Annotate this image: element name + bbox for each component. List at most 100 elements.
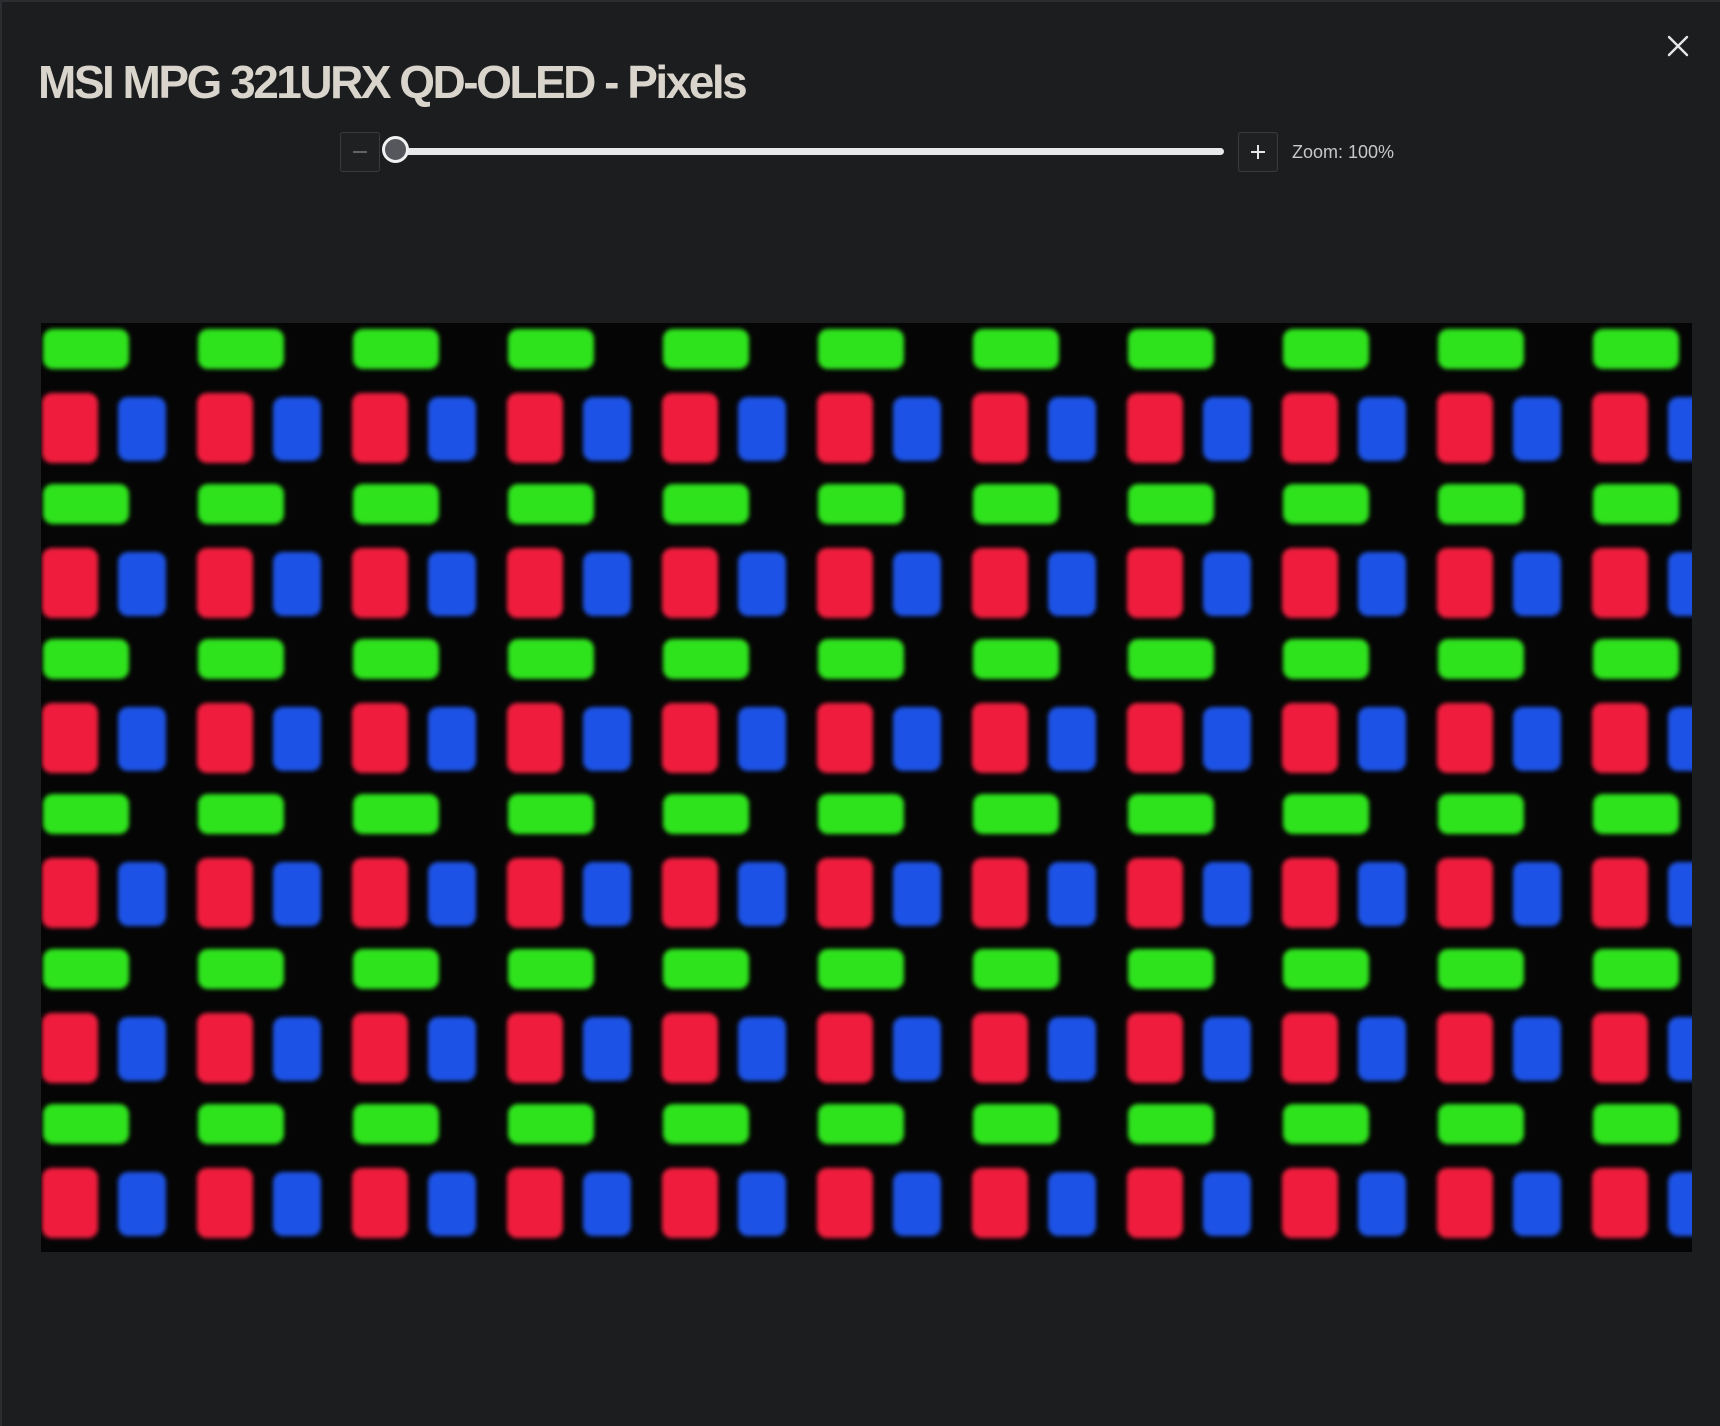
red-subpixel <box>1127 1168 1183 1238</box>
blue-subpixel <box>273 707 321 771</box>
red-subpixel <box>1437 1013 1493 1083</box>
red-subpixel <box>507 1013 563 1083</box>
blue-subpixel <box>1513 1172 1561 1236</box>
green-subpixel <box>43 484 129 524</box>
green-subpixel <box>508 329 594 369</box>
blue-subpixel <box>118 1172 166 1236</box>
red-subpixel <box>507 393 563 463</box>
red-subpixel <box>1592 1013 1648 1083</box>
green-subpixel <box>353 794 439 834</box>
green-subpixel <box>1283 484 1369 524</box>
blue-subpixel <box>428 1017 476 1081</box>
blue-subpixel <box>1668 707 1692 771</box>
red-subpixel <box>662 1168 718 1238</box>
zoom-in-button[interactable] <box>1238 132 1278 172</box>
red-subpixel <box>507 548 563 618</box>
red-subpixel <box>1127 703 1183 773</box>
blue-subpixel <box>1048 1017 1096 1081</box>
zoom-out-button[interactable] <box>340 132 380 172</box>
red-subpixel <box>1592 858 1648 928</box>
blue-subpixel <box>1203 552 1251 616</box>
green-subpixel <box>1593 794 1679 834</box>
green-subpixel <box>1283 949 1369 989</box>
green-subpixel <box>663 1104 749 1144</box>
blue-subpixel <box>583 397 631 461</box>
red-subpixel <box>817 1013 873 1083</box>
blue-subpixel <box>738 862 786 926</box>
blue-subpixel <box>1203 707 1251 771</box>
green-subpixel <box>818 639 904 679</box>
close-button[interactable] <box>1656 24 1700 68</box>
blue-subpixel <box>273 1017 321 1081</box>
plus-icon <box>1251 145 1265 159</box>
blue-subpixel <box>1048 552 1096 616</box>
green-subpixel <box>973 1104 1059 1144</box>
blue-subpixel <box>1513 707 1561 771</box>
green-subpixel <box>1128 639 1214 679</box>
red-subpixel <box>352 393 408 463</box>
red-subpixel <box>817 548 873 618</box>
blue-subpixel <box>1203 862 1251 926</box>
red-subpixel <box>662 703 718 773</box>
pixels-dialog: MSI MPG 321URX QD-OLED - Pixels Zoom: 10… <box>0 0 1720 1426</box>
blue-subpixel <box>583 1017 631 1081</box>
red-subpixel <box>1437 548 1493 618</box>
red-subpixel <box>197 703 253 773</box>
red-subpixel <box>197 393 253 463</box>
blue-subpixel <box>1358 862 1406 926</box>
blue-subpixel <box>1513 397 1561 461</box>
red-subpixel <box>972 858 1028 928</box>
red-subpixel <box>197 548 253 618</box>
blue-subpixel <box>428 707 476 771</box>
red-subpixel <box>662 548 718 618</box>
green-subpixel <box>973 794 1059 834</box>
red-subpixel <box>1282 1013 1338 1083</box>
red-subpixel <box>972 548 1028 618</box>
red-subpixel <box>197 1168 253 1238</box>
green-subpixel <box>1593 484 1679 524</box>
red-subpixel <box>42 393 98 463</box>
green-subpixel <box>818 1104 904 1144</box>
red-subpixel <box>352 548 408 618</box>
blue-subpixel <box>1513 862 1561 926</box>
blue-subpixel <box>118 397 166 461</box>
blue-subpixel <box>1358 1172 1406 1236</box>
blue-subpixel <box>1203 1172 1251 1236</box>
green-subpixel <box>198 639 284 679</box>
red-subpixel <box>1282 1168 1338 1238</box>
blue-subpixel <box>1358 707 1406 771</box>
green-subpixel <box>353 949 439 989</box>
red-subpixel <box>1127 858 1183 928</box>
blue-subpixel <box>1358 552 1406 616</box>
green-subpixel <box>973 484 1059 524</box>
red-subpixel <box>197 858 253 928</box>
zoom-controls: Zoom: 100% <box>340 132 1400 174</box>
red-subpixel <box>972 1168 1028 1238</box>
blue-subpixel <box>118 707 166 771</box>
red-subpixel <box>42 858 98 928</box>
red-subpixel <box>1437 393 1493 463</box>
red-subpixel <box>1127 548 1183 618</box>
zoom-slider[interactable] <box>382 132 1224 172</box>
blue-subpixel <box>893 862 941 926</box>
zoom-slider-thumb[interactable] <box>382 136 409 163</box>
blue-subpixel <box>428 862 476 926</box>
red-subpixel <box>1282 393 1338 463</box>
green-subpixel <box>973 329 1059 369</box>
red-subpixel <box>972 393 1028 463</box>
green-subpixel <box>1438 329 1524 369</box>
green-subpixel <box>1128 794 1214 834</box>
blue-subpixel <box>893 552 941 616</box>
red-subpixel <box>1282 548 1338 618</box>
blue-subpixel <box>273 862 321 926</box>
red-subpixel <box>1437 858 1493 928</box>
green-subpixel <box>1438 484 1524 524</box>
green-subpixel <box>1128 949 1214 989</box>
blue-subpixel <box>1203 397 1251 461</box>
blue-subpixel <box>738 1172 786 1236</box>
blue-subpixel <box>893 1172 941 1236</box>
blue-subpixel <box>738 552 786 616</box>
green-subpixel <box>663 949 749 989</box>
red-subpixel <box>1282 703 1338 773</box>
green-subpixel <box>663 484 749 524</box>
